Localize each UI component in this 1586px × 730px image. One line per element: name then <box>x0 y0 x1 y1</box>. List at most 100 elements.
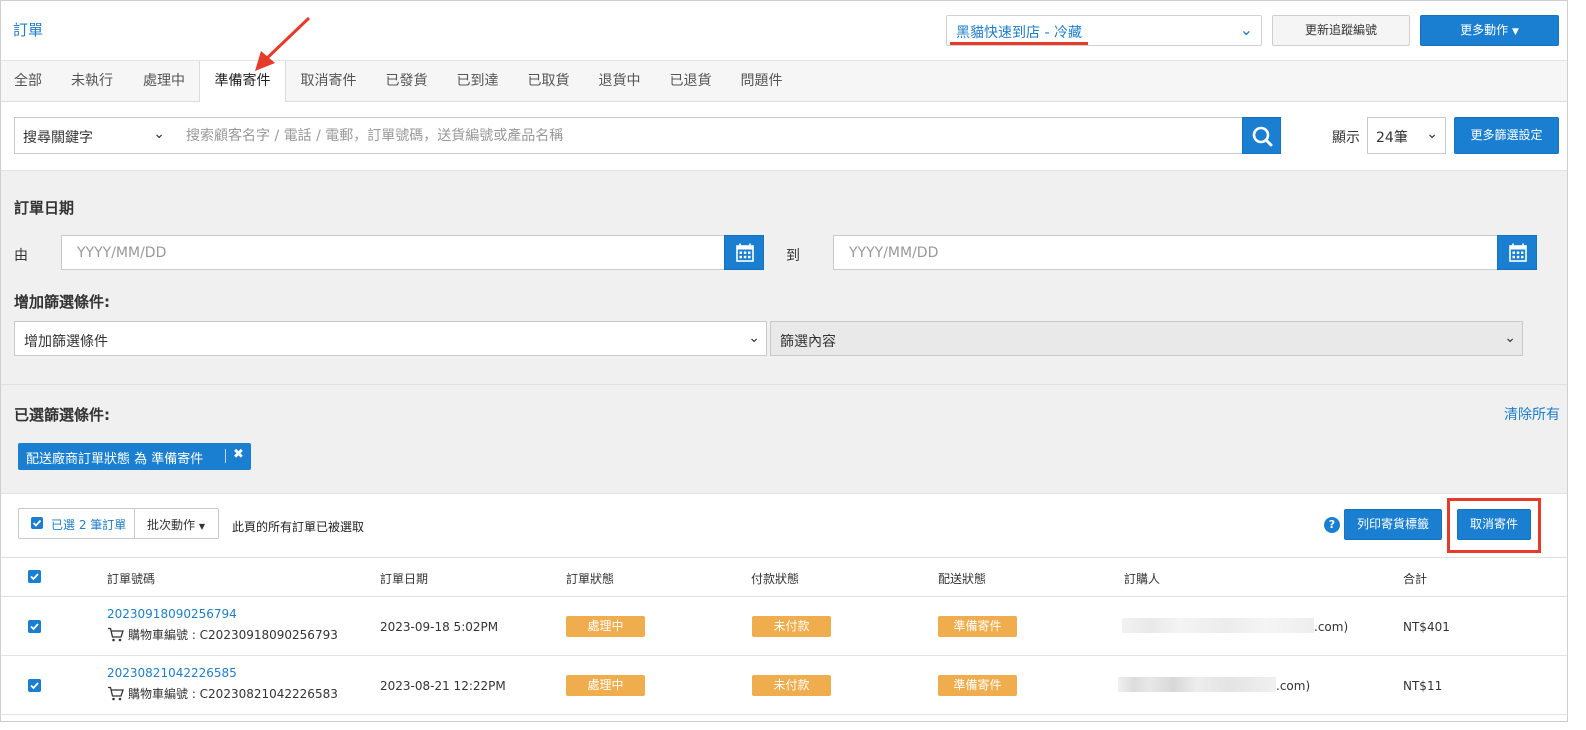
cart-number: 購物車編號 : C20230821042226583 <box>107 685 338 702</box>
row-checkbox[interactable] <box>28 679 41 692</box>
display-label: 顯示 <box>1332 130 1360 146</box>
date-from-calendar-button[interactable] <box>724 235 764 270</box>
order-total: NT$11 <box>1403 679 1443 693</box>
more-filters-button[interactable]: 更多篩選設定 <box>1454 117 1559 154</box>
chevron-down-icon: ⌄ <box>1426 126 1438 142</box>
divider <box>1 384 1567 385</box>
annotation-highlight-box <box>1447 498 1541 553</box>
order-number-link[interactable]: 20230918090256794 <box>107 607 237 621</box>
close-icon[interactable]: ✖ <box>233 447 244 462</box>
tab-arrived[interactable]: 已到達 <box>442 61 513 102</box>
order-total: NT$401 <box>1403 620 1450 634</box>
clear-all-link[interactable]: 清除所有 <box>1504 404 1560 424</box>
redacted-customer <box>1118 677 1276 692</box>
order-status-badge: 處理中 <box>566 616 645 637</box>
date-to-input[interactable] <box>833 235 1498 270</box>
checkbox-checked-icon <box>31 517 43 529</box>
chevron-down-icon: ⌄ <box>1504 330 1516 346</box>
payment-status-badge: 未付款 <box>752 616 831 637</box>
order-date-title: 訂單日期 <box>14 199 75 217</box>
keyword-select[interactable]: 搜尋關鍵字 ⌄ <box>14 117 172 154</box>
select-all-checkbox[interactable] <box>28 570 41 583</box>
column-header-payment-status[interactable]: 付款狀態 <box>751 570 799 587</box>
cart-number-text: 購物車編號 : C20230918090256793 <box>128 628 338 642</box>
from-label: 由 <box>14 248 28 264</box>
tab-processing[interactable]: 處理中 <box>129 61 199 102</box>
batch-action-bar: 已選 2 筆訂單 批次動作 ▼ 此頁的所有訂單已被選取 ? 列印寄貨標籤 取消寄… <box>1 494 1567 558</box>
more-actions-button[interactable]: 更多動作 ▼ <box>1420 15 1559 46</box>
table-header: 訂單號碼 訂單日期 訂單狀態 付款狀態 配送狀態 訂購人 合計 <box>1 558 1567 597</box>
customer-email-suffix: .com) <box>1276 679 1311 693</box>
page-size-select[interactable]: 24筆 ⌄ <box>1367 117 1446 154</box>
delivery-status-badge: 準備寄件 <box>938 675 1017 696</box>
cart-icon <box>108 627 124 642</box>
cart-number: 購物車編號 : C20230918090256793 <box>107 626 338 643</box>
carrier-select-value: 黑貓快速到店 - 冷藏 <box>956 25 1082 41</box>
search-button[interactable] <box>1242 117 1281 154</box>
order-status-badge: 處理中 <box>566 675 645 696</box>
tab-returned[interactable]: 已退貨 <box>655 61 726 102</box>
column-header-total[interactable]: 合計 <box>1403 570 1427 587</box>
add-filter-select[interactable]: 增加篩選條件 ⌄ <box>14 321 767 356</box>
row-checkbox[interactable] <box>28 620 41 633</box>
chevron-down-icon: ⌄ <box>1239 20 1253 39</box>
print-labels-button[interactable]: 列印寄貨標籤 <box>1344 509 1442 540</box>
tab-shipped[interactable]: 已發貨 <box>371 61 442 102</box>
help-icon[interactable]: ? <box>1324 517 1340 533</box>
delivery-status-badge: 準備寄件 <box>938 616 1017 637</box>
date-to-calendar-button[interactable] <box>1497 235 1537 270</box>
table-row[interactable]: 20230821042226585 購物車編號 : C2023082104222… <box>1 656 1567 715</box>
tab-returning[interactable]: 退貨中 <box>584 61 655 102</box>
selected-filters-title: 已選篩選條件: <box>14 406 110 424</box>
active-filter-chip: 配送廠商訂單狀態 為 準備寄件 ✖ <box>18 443 251 470</box>
page-header: 訂單 黑貓快速到店 - 冷藏 ⌄ 更新追蹤編號 更多動作 ▼ <box>1 1 1567 61</box>
payment-status-badge: 未付款 <box>752 675 831 696</box>
search-row: 搜尋關鍵字 ⌄ 顯示 24筆 ⌄ 更多篩選設定 <box>1 102 1567 171</box>
redacted-customer <box>1122 618 1314 633</box>
chip-separator <box>225 449 226 463</box>
update-tracking-button[interactable]: 更新追蹤編號 <box>1272 15 1410 46</box>
add-filter-title: 增加篩選條件: <box>14 293 110 311</box>
column-header-order-date[interactable]: 訂單日期 <box>380 570 428 587</box>
chevron-down-icon: ⌄ <box>748 330 760 346</box>
add-filter-select-value: 增加篩選條件 <box>24 334 108 350</box>
column-header-order-no[interactable]: 訂單號碼 <box>107 570 155 587</box>
filter-panel: 訂單日期 由 到 增加篩選條件: <box>1 171 1567 494</box>
order-number-link[interactable]: 20230821042226585 <box>107 666 237 680</box>
more-actions-label: 更多動作 <box>1460 23 1509 37</box>
cart-number-text: 購物車編號 : C20230821042226583 <box>128 687 338 701</box>
date-from-input[interactable] <box>61 235 725 270</box>
selection-group: 已選 2 筆訂單 批次動作 ▼ <box>18 508 219 539</box>
page-title: 訂單 <box>13 21 44 39</box>
annotation-underline <box>950 42 1088 45</box>
selected-count-label: 已選 2 筆訂單 <box>51 518 127 532</box>
column-header-delivery-status[interactable]: 配送狀態 <box>938 570 986 587</box>
column-header-order-status[interactable]: 訂單狀態 <box>566 570 614 587</box>
status-tabs: 全部 未執行 處理中 準備寄件 取消寄件 已發貨 已到達 已取貨 退貨中 已退貨… <box>1 61 1567 103</box>
filter-content-select-value: 篩選內容 <box>780 334 836 350</box>
order-date: 2023-08-21 12:22PM <box>380 679 506 693</box>
caret-down-icon: ▼ <box>1511 27 1519 37</box>
caret-down-icon: ▼ <box>198 522 205 531</box>
table-row[interactable]: 20230918090256794 購物車編號 : C2023091809025… <box>1 597 1567 656</box>
search-icon <box>1252 126 1273 147</box>
tab-all[interactable]: 全部 <box>1 61 55 102</box>
annotation-arrow <box>255 16 311 71</box>
page-size-value: 24筆 <box>1376 130 1408 146</box>
tab-problem[interactable]: 問題件 <box>726 61 797 102</box>
keyword-select-value: 搜尋關鍵字 <box>23 130 93 146</box>
batch-actions-dropdown[interactable]: 批次動作 ▼ <box>135 509 219 538</box>
cart-icon <box>108 686 124 701</box>
tab-picked-up[interactable]: 已取貨 <box>513 61 584 102</box>
customer-email-suffix: .com) <box>1314 620 1349 634</box>
calendar-icon <box>1509 243 1527 262</box>
column-header-customer[interactable]: 訂購人 <box>1124 570 1160 587</box>
to-label: 到 <box>786 248 800 264</box>
active-filter-chip-label: 配送廠商訂單狀態 為 準備寄件 <box>26 452 204 467</box>
selected-count-button[interactable]: 已選 2 筆訂單 <box>19 509 135 538</box>
all-selected-note: 此頁的所有訂單已被選取 <box>232 520 365 534</box>
filter-content-select[interactable]: 篩選內容 ⌄ <box>770 321 1523 356</box>
search-input[interactable] <box>171 117 1243 154</box>
orders-page: 訂單 黑貓快速到店 - 冷藏 ⌄ 更新追蹤編號 更多動作 ▼ 全部 未執行 處理… <box>0 0 1568 722</box>
tab-not-executed[interactable]: 未執行 <box>55 61 129 102</box>
